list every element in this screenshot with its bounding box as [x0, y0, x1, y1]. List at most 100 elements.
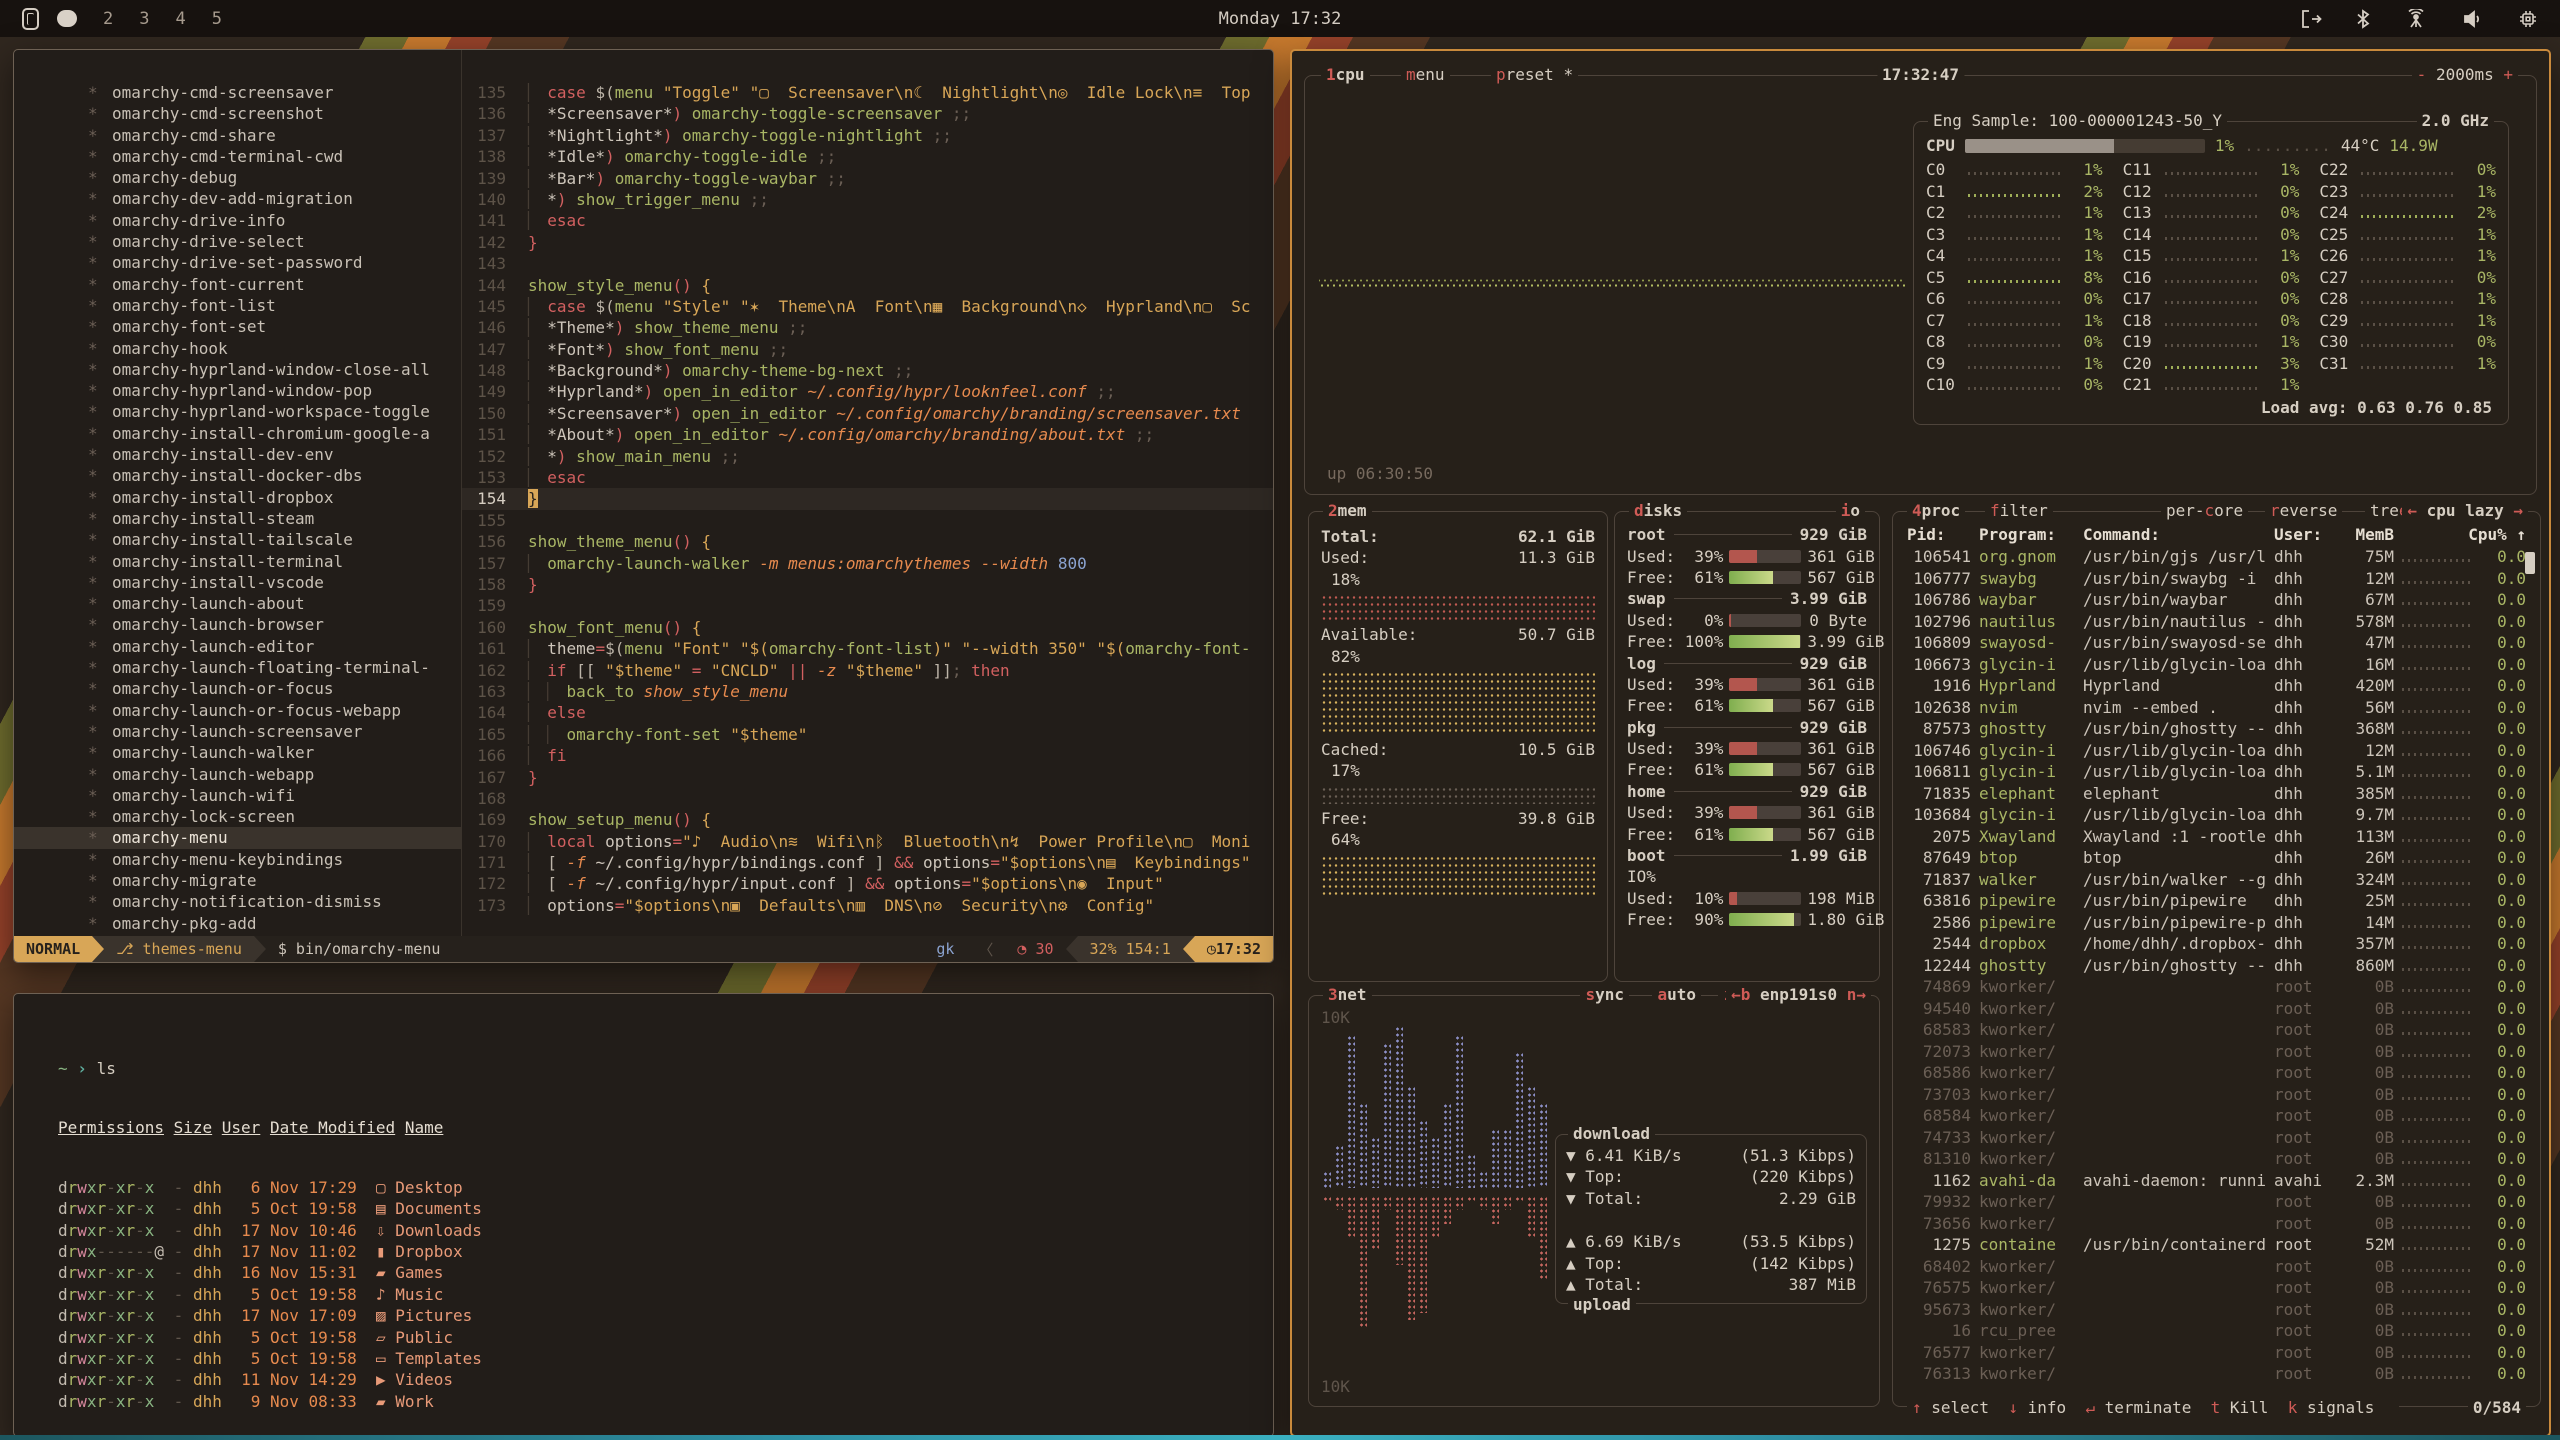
file-row[interactable]: *omarchy-launch-floating-terminal- — [14, 657, 461, 678]
file-row[interactable]: *omarchy-debug — [14, 167, 461, 188]
file-row[interactable]: *omarchy-launch-about — [14, 593, 461, 614]
file-row[interactable]: *omarchy-cmd-screensaver — [14, 82, 461, 103]
process-row[interactable]: 106809swayosd-/usr/bin/swayosd-serverdhh… — [1893, 632, 2540, 654]
process-row[interactable]: 2544dropbox/home/dhh/.dropbox-distdhh357… — [1893, 933, 2540, 955]
file-row[interactable]: *omarchy-install-docker-dbs — [14, 465, 461, 486]
file-row[interactable]: *omarchy-hyprland-window-pop — [14, 380, 461, 401]
process-row[interactable]: 106777swaybg/usr/bin/swaybg -i /homdhh12… — [1893, 568, 2540, 590]
file-row[interactable]: *omarchy-cmd-terminal-cwd — [14, 146, 461, 167]
process-row[interactable]: 74869kworker/root0B0.0 — [1893, 976, 2540, 998]
process-row[interactable]: 68583kworker/root0B0.0 — [1893, 1019, 2540, 1041]
file-row[interactable]: *omarchy-lock-screen — [14, 806, 461, 827]
process-row[interactable]: 87649btopbtopdhh26M0.0 — [1893, 847, 2540, 869]
process-row[interactable]: 103684glycin-i/usr/lib/glycin-loadersdhh… — [1893, 804, 2540, 826]
process-row[interactable]: 95673kworker/root0B0.0 — [1893, 1299, 2540, 1321]
tab-proc[interactable]: 4proc — [1907, 501, 1965, 520]
process-row[interactable]: 71837walker/usr/bin/walker --gappldhh324… — [1893, 869, 2540, 891]
process-row[interactable]: 76577kworker/root0B0.0 — [1893, 1342, 2540, 1364]
process-row[interactable]: 1275containe/usr/bin/containerdroot52M0.… — [1893, 1234, 2540, 1256]
process-row[interactable]: 2075XwaylandXwayland :1 -rootless -dhh11… — [1893, 826, 2540, 848]
proc-filter-button[interactable]: filter — [1985, 501, 2053, 520]
file-row[interactable]: *omarchy-drive-info — [14, 210, 461, 231]
process-row[interactable]: 1916HyprlandHyprlanddhh420M0.0 — [1893, 675, 2540, 697]
bluetooth-icon[interactable] — [2356, 9, 2370, 29]
file-row[interactable]: *omarchy-menu — [14, 827, 461, 848]
file-row[interactable]: *omarchy-launch-or-focus — [14, 678, 461, 699]
file-row[interactable]: *omarchy-notification-dismiss — [14, 891, 461, 912]
io-button[interactable]: io — [1836, 501, 1865, 520]
process-row[interactable]: 68586kworker/root0B0.0 — [1893, 1062, 2540, 1084]
process-row[interactable]: 106811glycin-i/usr/lib/glycin-loadersdhh… — [1893, 761, 2540, 783]
file-row[interactable]: *omarchy-launch-editor — [14, 636, 461, 657]
footer-key[interactable]: ↵ terminate — [2085, 1398, 2210, 1417]
file-row[interactable]: *omarchy-hyprland-window-close-all — [14, 359, 461, 380]
file-row[interactable]: *omarchy-install-chromium-google-a — [14, 423, 461, 444]
file-row[interactable]: *omarchy-install-vscode — [14, 572, 461, 593]
process-row[interactable]: 79932kworker/root0B0.0 — [1893, 1191, 2540, 1213]
process-row[interactable]: 94540kworker/root0B0.0 — [1893, 998, 2540, 1020]
proc-reverse-button[interactable]: reverse — [2265, 501, 2342, 520]
file-row[interactable]: *omarchy-launch-or-focus-webapp — [14, 700, 461, 721]
process-row[interactable]: 106673glycin-i/usr/lib/glycin-loadersdhh… — [1893, 654, 2540, 676]
file-row[interactable]: *omarchy-launch-webapp — [14, 764, 461, 785]
cpu-icon[interactable] — [2518, 9, 2538, 29]
process-row[interactable]: 106746glycin-i/usr/lib/glycin-loadersdhh… — [1893, 740, 2540, 762]
file-row[interactable]: *omarchy-pkg-add — [14, 913, 461, 934]
process-row[interactable]: 81310kworker/root0B0.0 — [1893, 1148, 2540, 1170]
file-row[interactable]: *omarchy-migrate — [14, 870, 461, 891]
interval-plus-button[interactable]: + — [2494, 65, 2513, 84]
file-row[interactable]: *omarchy-install-dev-env — [14, 444, 461, 465]
file-row[interactable]: *omarchy-launch-screensaver — [14, 721, 461, 742]
process-row[interactable]: 87573ghostty/usr/bin/ghostty --gtk-dhh36… — [1893, 718, 2540, 740]
tab-net[interactable]: 3net — [1323, 985, 1372, 1004]
process-row[interactable]: 63816pipewire/usr/bin/pipewiredhh25M0.0 — [1893, 890, 2540, 912]
file-row[interactable]: *omarchy-launch-wifi — [14, 785, 461, 806]
preset-button[interactable]: preset * — [1491, 65, 1578, 84]
proc-scrollbar[interactable] — [2525, 552, 2535, 574]
file-row[interactable]: *omarchy-font-current — [14, 274, 461, 295]
file-row[interactable]: *omarchy-drive-select — [14, 231, 461, 252]
tab-mem[interactable]: 2mem — [1323, 501, 1372, 520]
file-row[interactable]: *omarchy-font-set — [14, 316, 461, 337]
logout-icon[interactable] — [2300, 9, 2322, 29]
code-pane[interactable]: 135▏ case $(menu "Toggle" "▢ Screensaver… — [462, 82, 1273, 936]
file-row[interactable]: *omarchy-menu-keybindings — [14, 849, 461, 870]
process-row[interactable]: 73656kworker/root0B0.0 — [1893, 1213, 2540, 1235]
file-row[interactable]: *omarchy-dev-add-migration — [14, 188, 461, 209]
file-row[interactable]: *omarchy-launch-browser — [14, 614, 461, 635]
tab-cpu[interactable]: 1cpu — [1321, 65, 1370, 84]
process-row[interactable]: 74733kworker/root0B0.0 — [1893, 1127, 2540, 1149]
footer-key[interactable]: t Kill — [2211, 1398, 2288, 1417]
process-row[interactable]: 1162avahi-daavahi-daemon: running [avahi… — [1893, 1170, 2540, 1192]
network-icon[interactable] — [2404, 9, 2428, 29]
process-row[interactable]: 102638nvimnvim --embed .dhh56M0.0 — [1893, 697, 2540, 719]
proc-sort-nav[interactable]: ← cpu lazy → — [2402, 501, 2528, 520]
process-row[interactable]: 76313kworker/root0B0.0 — [1893, 1363, 2540, 1385]
process-row[interactable]: 16rcu_preeroot0B0.0 — [1893, 1320, 2540, 1342]
process-row[interactable]: 68402kworker/root0B0.0 — [1893, 1256, 2540, 1278]
footer-key[interactable]: k signals — [2288, 1398, 2394, 1417]
process-row[interactable]: 72073kworker/root0B0.0 — [1893, 1041, 2540, 1063]
process-row[interactable]: 12244ghostty/usr/bin/ghostty --gtk-dhh86… — [1893, 955, 2540, 977]
process-row[interactable]: 106786waybar/usr/bin/waybardhh67M0.0 — [1893, 589, 2540, 611]
file-row[interactable]: *omarchy-font-list — [14, 295, 461, 316]
process-row[interactable]: 106541org.gnom/usr/bin/gjs /usr/lib/odhh… — [1893, 546, 2540, 568]
process-row[interactable]: 102796nautilus/usr/bin/nautilus --newdhh… — [1893, 611, 2540, 633]
process-row[interactable]: 2586pipewire/usr/bin/pipewire-pulsedhh14… — [1893, 912, 2540, 934]
footer-key[interactable]: ↓ info — [2008, 1398, 2085, 1417]
net-auto-button[interactable]: auto — [1652, 985, 1701, 1004]
footer-key[interactable]: ↑ select — [1912, 1398, 2008, 1417]
process-row[interactable]: 68584kworker/root0B0.0 — [1893, 1105, 2540, 1127]
file-row[interactable]: *omarchy-install-steam — [14, 508, 461, 529]
file-row[interactable]: *omarchy-install-tailscale — [14, 529, 461, 550]
interval-minus-button[interactable]: - — [2417, 65, 2436, 84]
file-row[interactable]: *omarchy-cmd-screenshot — [14, 103, 461, 124]
process-row[interactable]: 71835elephantelephantdhh385M0.0 — [1893, 783, 2540, 805]
file-row[interactable]: *omarchy-install-dropbox — [14, 487, 461, 508]
file-row[interactable]: *omarchy-hyprland-workspace-toggle — [14, 401, 461, 422]
terminal-window[interactable]: ~ › ls Permissions Size User Date Modifi… — [13, 993, 1274, 1437]
volume-icon[interactable] — [2462, 9, 2484, 29]
file-row[interactable]: *omarchy-cmd-share — [14, 125, 461, 146]
file-row[interactable]: *omarchy-drive-set-password — [14, 252, 461, 273]
process-row[interactable]: 76575kworker/root0B0.0 — [1893, 1277, 2540, 1299]
